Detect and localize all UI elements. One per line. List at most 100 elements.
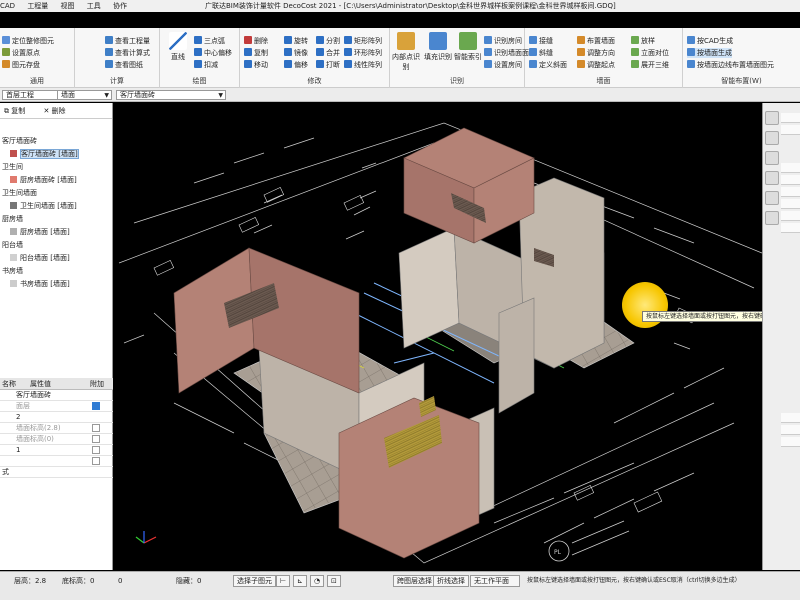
adjust-direction-button[interactable]: 调整方向 bbox=[577, 48, 615, 58]
menu-tools[interactable]: 工具 bbox=[87, 2, 101, 10]
set-origin-button[interactable]: 设置原点 bbox=[2, 48, 40, 58]
property-value[interactable]: 客厅墙面砖 bbox=[16, 390, 51, 401]
rotate-view-icon[interactable] bbox=[765, 171, 779, 185]
category-select[interactable]: 墙面 ▼ bbox=[57, 90, 112, 100]
menu-view[interactable]: 视图 bbox=[61, 2, 75, 10]
property-checkbox[interactable] bbox=[92, 402, 100, 410]
view-formula-button[interactable]: 查看计算式 bbox=[105, 48, 150, 58]
merge-button[interactable]: 合并 bbox=[316, 48, 340, 58]
tree-item[interactable]: 阳台墙面 [墙面] bbox=[0, 252, 113, 265]
ring-array-button[interactable]: 环形阵列 bbox=[344, 48, 382, 58]
polyline-select-button[interactable]: 折线选择 bbox=[433, 575, 469, 587]
linear-array-button[interactable]: 线性阵列 bbox=[344, 60, 382, 70]
refresh-icon[interactable] bbox=[765, 211, 779, 225]
ortho-icon[interactable]: ⊾ bbox=[293, 575, 307, 587]
tree-item-label: 阳台墙面 [墙面] bbox=[20, 254, 70, 262]
rotate-button[interactable]: 旋转 bbox=[284, 36, 308, 46]
tree-item[interactable]: 厨房墙面 [墙面] bbox=[0, 226, 113, 239]
inner-point-identify-button[interactable]: 内部点识别 bbox=[390, 32, 422, 72]
polar-icon[interactable]: ◔ bbox=[310, 575, 324, 587]
model-canvas[interactable]: PL bbox=[114, 103, 762, 571]
snap-icon[interactable]: ⊢ bbox=[276, 575, 290, 587]
cross-layer-select-button[interactable]: 跨图层选择 bbox=[393, 575, 436, 587]
property-row[interactable]: 1 bbox=[0, 445, 113, 456]
tree-item[interactable]: 客厅墙面砖 [墙面] bbox=[0, 148, 113, 161]
gen-by-cad-button[interactable]: 按CAD生成 bbox=[687, 36, 733, 46]
copy-component-button[interactable]: ⧉ 复制 bbox=[4, 107, 33, 115]
slant-joint-button[interactable]: 斜缝 bbox=[529, 48, 553, 58]
tree-group[interactable]: 阳台墙 bbox=[0, 239, 113, 252]
elevation-align-button[interactable]: 立面对位 bbox=[631, 48, 669, 58]
work-plane-select[interactable]: 无工作平面 bbox=[470, 575, 520, 587]
menu-cad[interactable]: CAD bbox=[0, 2, 15, 10]
smart-index-button[interactable]: 智能索引 bbox=[452, 32, 484, 62]
property-value[interactable]: 1 bbox=[16, 445, 20, 456]
tree-item[interactable]: 书房墙面 [墙面] bbox=[0, 278, 113, 291]
property-value[interactable]: 面层 bbox=[16, 401, 30, 412]
object-snap-icon[interactable]: ⊡ bbox=[327, 575, 341, 587]
set-room-button[interactable]: 设置房间 bbox=[484, 60, 522, 70]
property-checkbox[interactable] bbox=[92, 457, 100, 465]
zoom-icon[interactable] bbox=[765, 151, 779, 165]
property-row[interactable]: 面层 bbox=[0, 401, 113, 412]
wall-edge-icon bbox=[687, 60, 695, 68]
offset-button[interactable]: 偏移 bbox=[284, 60, 308, 70]
identify-room-button[interactable]: 识别房间 bbox=[484, 36, 522, 46]
break-icon bbox=[316, 60, 324, 68]
tree-group[interactable]: 书房墙 bbox=[0, 265, 113, 278]
gen-by-wall-edge-button[interactable]: 按墙面边线布置墙面图元 bbox=[687, 60, 774, 70]
delete-button[interactable]: 删除 bbox=[244, 36, 268, 46]
arc-button[interactable]: 三点弧 bbox=[194, 36, 225, 46]
menu-collab[interactable]: 协作 bbox=[113, 2, 127, 10]
locate-element-button[interactable]: 定位整修图元 bbox=[2, 36, 54, 46]
cad-viewport[interactable]: PL bbox=[114, 103, 762, 571]
property-value[interactable]: 2 bbox=[16, 412, 20, 423]
property-row[interactable]: 式 bbox=[0, 467, 113, 478]
right-cell bbox=[781, 199, 800, 209]
tree-item[interactable]: 卫生间墙面 [墙面] bbox=[0, 200, 113, 213]
property-value[interactable]: 墙面标高(2.8) bbox=[16, 423, 61, 434]
split-button[interactable]: 分割 bbox=[316, 36, 340, 46]
property-row[interactable] bbox=[0, 456, 113, 467]
pan-icon[interactable] bbox=[765, 131, 779, 145]
gen-by-wall-button[interactable]: 按墙面生成 bbox=[687, 48, 732, 58]
loft-button[interactable]: 放样 bbox=[631, 36, 655, 46]
select-sub-element-button[interactable]: 选择子图元 bbox=[233, 575, 276, 587]
tree-group[interactable]: 卫生间 bbox=[0, 161, 113, 174]
define-slope-button[interactable]: 定义斜面 bbox=[529, 60, 567, 70]
adjust-start-button[interactable]: 调整起点 bbox=[577, 60, 615, 70]
property-checkbox[interactable] bbox=[92, 446, 100, 454]
property-row[interactable]: 2 bbox=[0, 412, 113, 423]
tree-item[interactable]: 厨房墙面砖 [墙面] bbox=[0, 174, 113, 187]
fill-identify-button[interactable]: 填充识别 bbox=[422, 32, 454, 62]
unfold-3d-button[interactable]: 展开三维 bbox=[631, 60, 669, 70]
element-select[interactable]: 客厅墙面砖 ▼ bbox=[116, 90, 226, 100]
tree-group[interactable]: 卫生间墙面 bbox=[0, 187, 113, 200]
merge-icon bbox=[316, 48, 324, 56]
view-drawing-button[interactable]: 查看图纸 bbox=[105, 60, 143, 70]
copy-button[interactable]: 复制 bbox=[244, 48, 268, 58]
view-cube-icon[interactable] bbox=[765, 111, 779, 125]
menu-quantity[interactable]: 工程量 bbox=[27, 2, 48, 10]
deduct-button[interactable]: 扣减 bbox=[194, 60, 218, 70]
delete-component-button[interactable]: ✕ 删除 bbox=[43, 107, 73, 115]
property-row[interactable]: 墙面标高(0) bbox=[0, 434, 113, 445]
joint-button[interactable]: 接缝 bbox=[529, 36, 553, 46]
view-quantity-button[interactable]: 查看工程量 bbox=[105, 36, 150, 46]
property-checkbox[interactable] bbox=[92, 435, 100, 443]
line-button[interactable]: 直线 bbox=[162, 32, 194, 62]
mirror-button[interactable]: 镜像 bbox=[284, 48, 308, 58]
rect-array-button[interactable]: 矩形阵列 bbox=[344, 36, 382, 46]
property-row[interactable]: 墙面标高(2.8) bbox=[0, 423, 113, 434]
save-element-button[interactable]: 图元存盘 bbox=[2, 60, 40, 70]
place-wall-button[interactable]: 布置墙面 bbox=[577, 36, 615, 46]
property-value[interactable]: 墙面标高(0) bbox=[16, 434, 54, 445]
property-row[interactable]: 客厅墙面砖 bbox=[0, 390, 113, 401]
tree-group[interactable]: 客厅墙面砖 bbox=[0, 135, 113, 148]
center-offset-button[interactable]: 中心偏移 bbox=[194, 48, 232, 58]
break-button[interactable]: 打断 bbox=[316, 60, 340, 70]
property-checkbox[interactable] bbox=[92, 424, 100, 432]
move-button[interactable]: 移动 bbox=[244, 60, 268, 70]
fit-view-icon[interactable] bbox=[765, 191, 779, 205]
tree-group[interactable]: 厨房墙 bbox=[0, 213, 113, 226]
